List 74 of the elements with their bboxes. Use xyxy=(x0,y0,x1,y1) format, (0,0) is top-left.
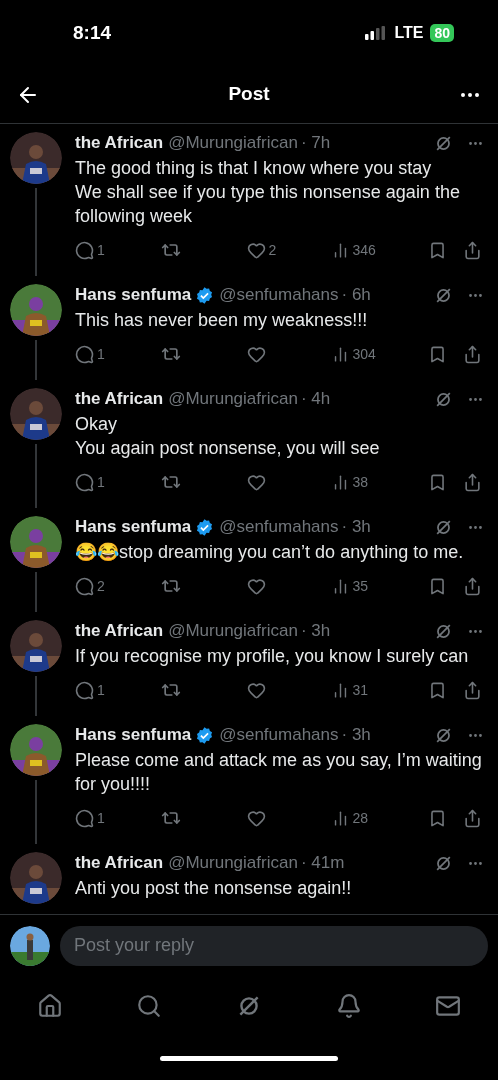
post-text: Please come and attack me as you say, I’m waiting for you!!!! xyxy=(75,749,483,796)
verified-badge-icon xyxy=(195,725,215,745)
post-time: · 41m xyxy=(300,852,345,874)
post-text: We shall see if you type this nonsense again the following week xyxy=(75,181,461,228)
post-time: · 7h xyxy=(300,132,331,154)
post-time: · 3h xyxy=(341,516,371,538)
share-icon[interactable] xyxy=(463,472,482,492)
author-name[interactable]: the African xyxy=(75,620,164,642)
author-handle[interactable]: @Murungiafrican xyxy=(168,620,298,642)
reply-count: 1 xyxy=(97,472,105,492)
share-icon[interactable] xyxy=(463,240,482,260)
author-name[interactable]: the African xyxy=(75,852,164,874)
notifications-icon[interactable] xyxy=(335,993,362,1019)
verified-badge-icon xyxy=(195,285,215,305)
status-time: 8:14 xyxy=(73,20,112,45)
author-handle[interactable]: @senfumahans xyxy=(219,516,339,538)
author-handle[interactable]: @Murungiafrican xyxy=(168,852,298,874)
like-count: 2 xyxy=(268,240,277,260)
search-icon[interactable] xyxy=(136,993,163,1019)
post-text: Okay xyxy=(75,413,118,436)
like-icon[interactable] xyxy=(246,344,266,364)
reply-count: 1 xyxy=(97,240,105,260)
post-time: · 3h xyxy=(341,724,371,746)
reply-icon[interactable] xyxy=(75,472,94,492)
like-icon[interactable] xyxy=(246,240,266,260)
post-text: If you recognise my profile, you know I surely can xyxy=(75,645,470,668)
author-name[interactable]: Hans senfuma xyxy=(75,516,192,538)
reply-icon[interactable] xyxy=(75,808,94,828)
post-text: This has never been my weakness!!! xyxy=(75,309,369,332)
author-name[interactable]: Hans senfuma xyxy=(75,284,192,306)
post-text: Anti you post the nonsense again!! xyxy=(75,877,353,900)
post-time: · 6h xyxy=(341,284,371,306)
post-text: 😂😂stop dreaming you can’t do anything to me. xyxy=(75,541,465,564)
view-count: 28 xyxy=(352,808,368,828)
author-handle[interactable]: @Murungiafrican xyxy=(168,388,298,410)
share-icon[interactable] xyxy=(463,344,482,364)
like-icon[interactable] xyxy=(246,576,266,596)
reply-count: 1 xyxy=(97,680,105,700)
post-text: The good thing is that I know where you stay xyxy=(75,157,433,180)
reply-icon[interactable] xyxy=(75,680,94,700)
view-count: 38 xyxy=(352,472,368,492)
reply-field[interactable]: Post your reply xyxy=(60,925,488,966)
author-name[interactable]: Hans senfuma xyxy=(75,724,192,746)
view-count: 31 xyxy=(352,680,368,700)
reply-count: 2 xyxy=(97,576,105,596)
messages-icon[interactable] xyxy=(435,993,462,1019)
post-time: · 4h xyxy=(300,388,331,410)
share-icon[interactable] xyxy=(463,576,482,596)
verified-badge-icon xyxy=(195,517,215,537)
reply-icon[interactable] xyxy=(75,240,94,260)
view-count: 346 xyxy=(352,240,376,260)
signal-icon xyxy=(365,26,388,40)
battery-icon: 80 xyxy=(430,24,454,42)
post-time: · 3h xyxy=(300,620,331,642)
share-icon[interactable] xyxy=(463,808,482,828)
like-icon[interactable] xyxy=(246,472,266,492)
post-text: You again post nonsense, you will see xyxy=(75,437,381,460)
author-name[interactable]: the African xyxy=(75,388,164,410)
header-title: Post xyxy=(228,82,270,107)
author-handle[interactable]: @senfumahans xyxy=(219,724,339,746)
view-count: 35 xyxy=(352,576,368,596)
reply-icon[interactable] xyxy=(75,344,94,364)
reply-count: 1 xyxy=(97,344,105,364)
share-icon[interactable] xyxy=(463,680,482,700)
like-icon[interactable] xyxy=(246,808,266,828)
author-name[interactable]: the African xyxy=(75,132,164,154)
network-label: LTE xyxy=(394,23,424,43)
author-handle[interactable]: @Murungiafrican xyxy=(168,132,298,154)
author-handle[interactable]: @senfumahans xyxy=(219,284,339,306)
view-count: 304 xyxy=(352,344,376,364)
reply-icon[interactable] xyxy=(75,576,94,596)
reply-count: 1 xyxy=(97,808,105,828)
home-icon[interactable] xyxy=(36,993,63,1019)
like-icon[interactable] xyxy=(246,680,266,700)
